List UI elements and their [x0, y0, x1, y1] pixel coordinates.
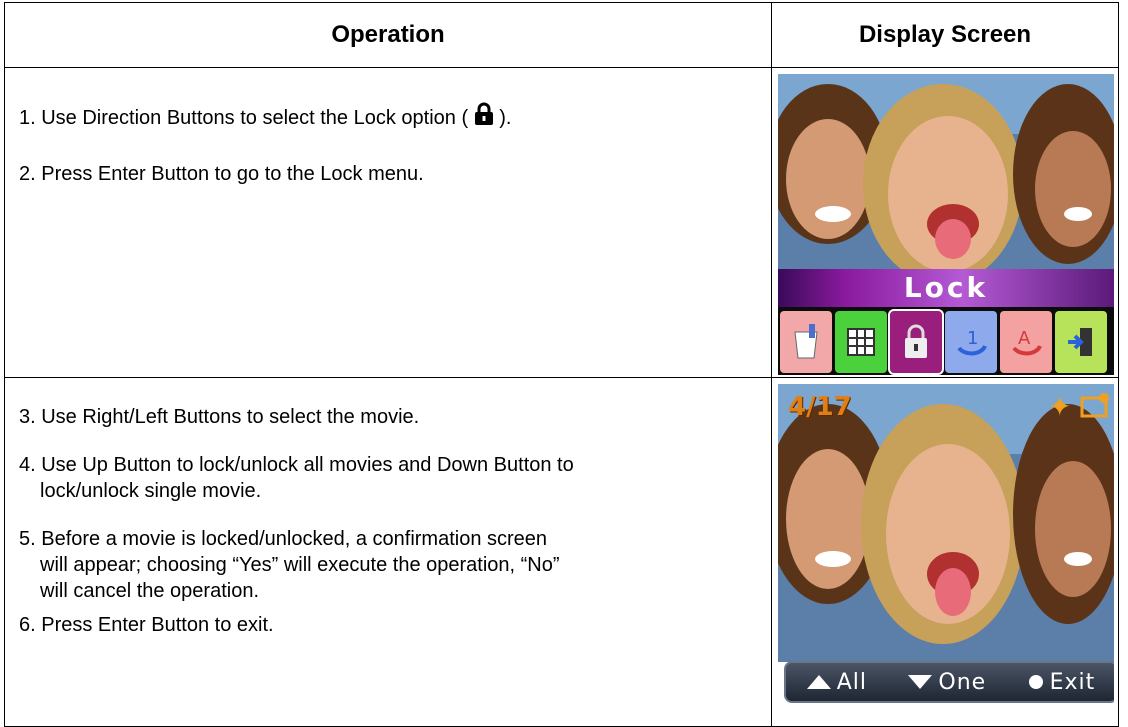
step-3: 3. Use Right/Left Buttons to select the …: [19, 406, 420, 428]
one-option: One: [908, 670, 986, 695]
up-arrow-icon: [806, 675, 831, 689]
exit-icon: [1055, 311, 1107, 373]
menu-icon-row: 1 A: [778, 307, 1114, 375]
photo-image: [778, 74, 1114, 274]
display-cell-1: Lock 1 A: [771, 67, 1119, 378]
operation-cell-2: 3. Use Right/Left Buttons to select the …: [4, 377, 772, 727]
svg-text:✦: ✦: [1048, 390, 1071, 422]
operation-table: Operation Display Screen 1. Use Directio…: [4, 2, 1119, 727]
autoplay-icon: A: [1000, 311, 1052, 373]
thumbnail-icon: [835, 311, 887, 373]
lock-menu-screen: Lock 1 A: [778, 74, 1114, 377]
header-operation: Operation: [4, 2, 772, 68]
menu-title-bar: Lock: [778, 269, 1114, 307]
rotate-icon: 1: [945, 311, 997, 373]
movie-counter: 4/17: [788, 392, 852, 422]
lock-select-screen: 4/17 ✦ All One Exit: [778, 384, 1114, 704]
lock-icon: [888, 309, 944, 375]
down-arrow-icon: [908, 675, 933, 689]
status-icons: ✦: [1048, 390, 1109, 422]
display-cell-2: 4/17 ✦ All One Exit: [771, 377, 1119, 727]
step-4: 4. Use Up Button to lock/unlock all movi…: [19, 454, 574, 502]
exit-option: Exit: [1028, 670, 1096, 695]
step-1: 1. Use Direction Buttons to select the L…: [19, 102, 771, 131]
step-2: 2. Press Enter Button to go to the Lock …: [19, 163, 424, 185]
step-5: 5. Before a movie is locked/unlocked, a …: [19, 528, 560, 602]
header-display-screen: Display Screen: [771, 2, 1119, 68]
all-option: All: [806, 670, 867, 695]
svg-text:1: 1: [967, 328, 978, 349]
enter-button-icon: [1028, 675, 1043, 689]
svg-text:A: A: [1018, 328, 1031, 349]
operation-cell-1: 1. Use Direction Buttons to select the L…: [4, 67, 772, 378]
step-6: 6. Press Enter Button to exit.: [19, 614, 274, 636]
lock-icon: [474, 102, 493, 125]
photo-image: [778, 384, 1114, 662]
delete-icon: [780, 311, 832, 373]
action-bar: All One Exit: [784, 661, 1114, 703]
